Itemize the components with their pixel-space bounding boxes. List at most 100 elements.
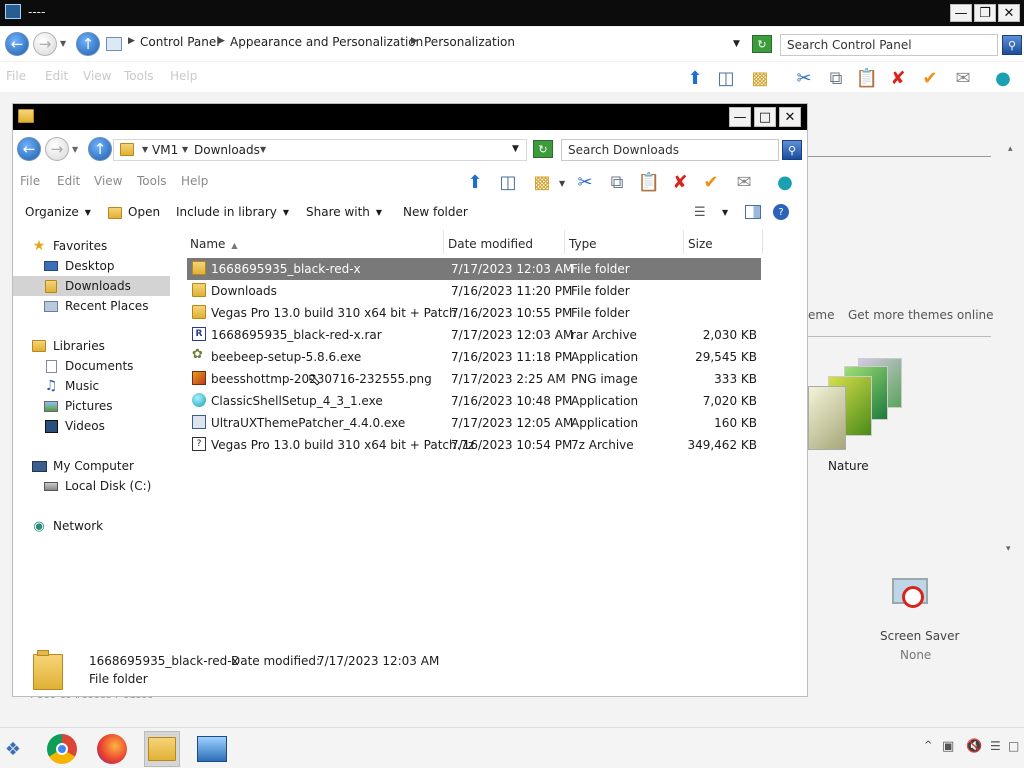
breadcrumb-personalization[interactable]: Personalization <box>424 35 515 49</box>
nav-videos[interactable]: Videos <box>43 416 201 436</box>
up-icon[interactable]: ⬆ <box>683 66 707 90</box>
back-button[interactable]: ← <box>5 32 29 56</box>
start-button[interactable]: ❖ <box>0 731 26 767</box>
properties-icon[interactable]: ✉ <box>732 170 756 194</box>
table-row[interactable]: ✿ beebeep-setup-5.8.6.exe 7/16/2023 11:18 … <box>187 346 761 368</box>
maximize-button[interactable]: □ <box>754 107 776 127</box>
volume-muted-icon[interactable]: 🔇 <box>966 739 982 754</box>
nav-network[interactable]: ◉ Network <box>31 516 189 536</box>
table-row[interactable]: Vegas Pro 13.0 build 310 x64 bit + Patch… <box>187 302 761 324</box>
copy-icon[interactable]: ⧉ <box>824 66 848 90</box>
pane-icon[interactable]: ◫ <box>496 170 520 194</box>
shell-icon[interactable]: ● <box>991 66 1015 90</box>
recent-pages-dropdown[interactable]: ▼ <box>60 39 66 48</box>
address-dropdown-icon[interactable]: ▼ <box>733 39 740 49</box>
control-panel-search-input[interactable]: Search Control Panel <box>780 34 998 56</box>
breadcrumb-appearance[interactable]: Appearance and Personalization <box>230 35 423 49</box>
nav-favorites[interactable]: ★ Favorites <box>31 236 189 256</box>
folder-options-icon[interactable]: ▩ <box>530 170 554 194</box>
up-button[interactable]: ↑ <box>88 137 112 161</box>
share-with-button[interactable]: Share with ▼ <box>306 205 382 219</box>
network-tray-icon[interactable]: ▣ <box>942 739 954 754</box>
control-panel-taskbar-button[interactable] <box>194 731 230 767</box>
search-button[interactable]: ⚲ <box>782 140 802 160</box>
view-options-dropdown[interactable]: ▼ <box>722 208 728 217</box>
organize-button[interactable]: Organize ▼ <box>25 205 91 219</box>
forward-button[interactable]: → <box>33 32 57 56</box>
check-icon[interactable]: ✔ <box>699 170 723 194</box>
nav-libraries[interactable]: Libraries <box>31 336 189 356</box>
screen-saver-label[interactable]: Screen Saver <box>880 629 959 643</box>
check-icon[interactable]: ✔ <box>918 66 942 90</box>
table-row[interactable]: ? Vegas Pro 13.0 build 310 x64 bit + Patc… <box>187 434 761 456</box>
view-options-icon[interactable]: ☰ <box>694 205 706 220</box>
shell-icon[interactable]: ● <box>773 170 797 194</box>
downloads-search-input[interactable]: Search Downloads <box>561 139 779 161</box>
breadcrumb-control-panel[interactable]: Control Panel <box>140 35 220 49</box>
paste-icon[interactable]: 📋 <box>637 170 661 194</box>
screen-saver-icon[interactable] <box>892 578 932 618</box>
back-button[interactable]: ← <box>17 137 41 161</box>
open-button[interactable]: Open <box>128 205 160 219</box>
properties-icon[interactable]: ✉ <box>951 66 975 90</box>
minimize-button[interactable]: — <box>729 107 751 127</box>
minimize-button[interactable]: — <box>950 4 972 22</box>
close-button[interactable]: ✕ <box>998 4 1020 22</box>
delete-icon[interactable]: ✘ <box>668 170 692 194</box>
cut-icon[interactable]: ✂ <box>792 66 816 90</box>
nav-pictures[interactable]: Pictures <box>43 396 201 416</box>
address-dropdown-icon[interactable]: ▼ <box>512 144 519 154</box>
table-row[interactable]: beesshottmp-20230716-232555.png 7/17/2023… <box>187 368 761 390</box>
nature-theme-thumbnail[interactable] <box>808 358 908 454</box>
nav-documents[interactable]: Documents <box>43 356 201 376</box>
chrome-taskbar-button[interactable] <box>44 731 80 767</box>
paste-icon[interactable]: 📋 <box>855 66 879 90</box>
nav-downloads[interactable]: Downloads <box>13 276 170 296</box>
firefox-taskbar-button[interactable] <box>94 731 130 767</box>
get-more-themes-link[interactable]: Get more themes online <box>848 308 994 322</box>
delete-icon[interactable]: ✘ <box>886 66 910 90</box>
search-button[interactable]: ⚲ <box>1002 35 1022 55</box>
forward-button[interactable]: → <box>45 137 69 161</box>
help-icon[interactable]: ? <box>773 204 789 220</box>
column-size[interactable]: Size <box>685 230 763 254</box>
table-row[interactable]: R 1668695935_black-red-x.rar 7/17/2023 12:… <box>187 324 761 346</box>
table-row[interactable]: 1668695935_black-red-x 7/17/2023 12:03 AM… <box>187 258 761 280</box>
cut-icon[interactable]: ✂ <box>573 170 597 194</box>
restore-button[interactable]: ❐ <box>974 4 996 22</box>
nav-music[interactable]: ♫ Music <box>43 376 201 396</box>
menu-edit[interactable]: Edit <box>57 174 80 188</box>
folder-options-icon[interactable]: ▩ <box>748 66 772 90</box>
menu-help[interactable]: Help <box>181 174 208 188</box>
breadcrumb-downloads[interactable]: Downloads <box>194 143 260 157</box>
close-button[interactable]: ✕ <box>779 107 801 127</box>
nav-recent-places[interactable]: Recent Places <box>43 296 201 316</box>
include-in-library-button[interactable]: Include in library ▼ <box>176 205 289 219</box>
table-row[interactable]: UltraUXThemePatcher_4.4.0.exe 7/17/2023 1… <box>187 412 761 434</box>
action-center-icon[interactable]: ☰ <box>990 739 1001 753</box>
themes-link-partial[interactable]: eme <box>808 308 834 322</box>
up-button[interactable]: ↑ <box>76 32 100 56</box>
notification-icon[interactable]: □ <box>1008 739 1019 753</box>
preview-pane-icon[interactable] <box>745 205 761 219</box>
column-type[interactable]: Type <box>566 230 684 254</box>
menu-view[interactable]: View <box>94 174 122 188</box>
new-folder-button[interactable]: New folder <box>403 205 468 219</box>
table-row[interactable]: ClassicShellSetup_4_3_1.exe 7/16/2023 10:… <box>187 390 761 412</box>
up-icon[interactable]: ⬆ <box>463 170 487 194</box>
breadcrumb-vm1[interactable]: VM1 <box>152 143 178 157</box>
nav-my-computer[interactable]: My Computer <box>31 456 189 476</box>
refresh-button[interactable]: ↻ <box>533 140 553 158</box>
column-date-modified[interactable]: Date modified <box>445 230 565 254</box>
copy-icon[interactable]: ⧉ <box>605 170 629 194</box>
recent-pages-dropdown[interactable]: ▼ <box>72 145 78 154</box>
nav-local-disk[interactable]: Local Disk (C:) <box>43 476 201 496</box>
table-row[interactable]: Downloads 7/16/2023 11:20 PM File folder <box>187 280 761 302</box>
tray-expand-icon[interactable]: ^ <box>924 740 932 751</box>
column-name[interactable]: Name ▲ <box>187 230 444 254</box>
pane-icon[interactable]: ◫ <box>714 66 738 90</box>
menu-tools[interactable]: Tools <box>137 174 167 188</box>
refresh-button[interactable]: ↻ <box>752 35 772 53</box>
menu-file[interactable]: File <box>20 174 40 188</box>
explorer-taskbar-button[interactable] <box>144 731 180 767</box>
